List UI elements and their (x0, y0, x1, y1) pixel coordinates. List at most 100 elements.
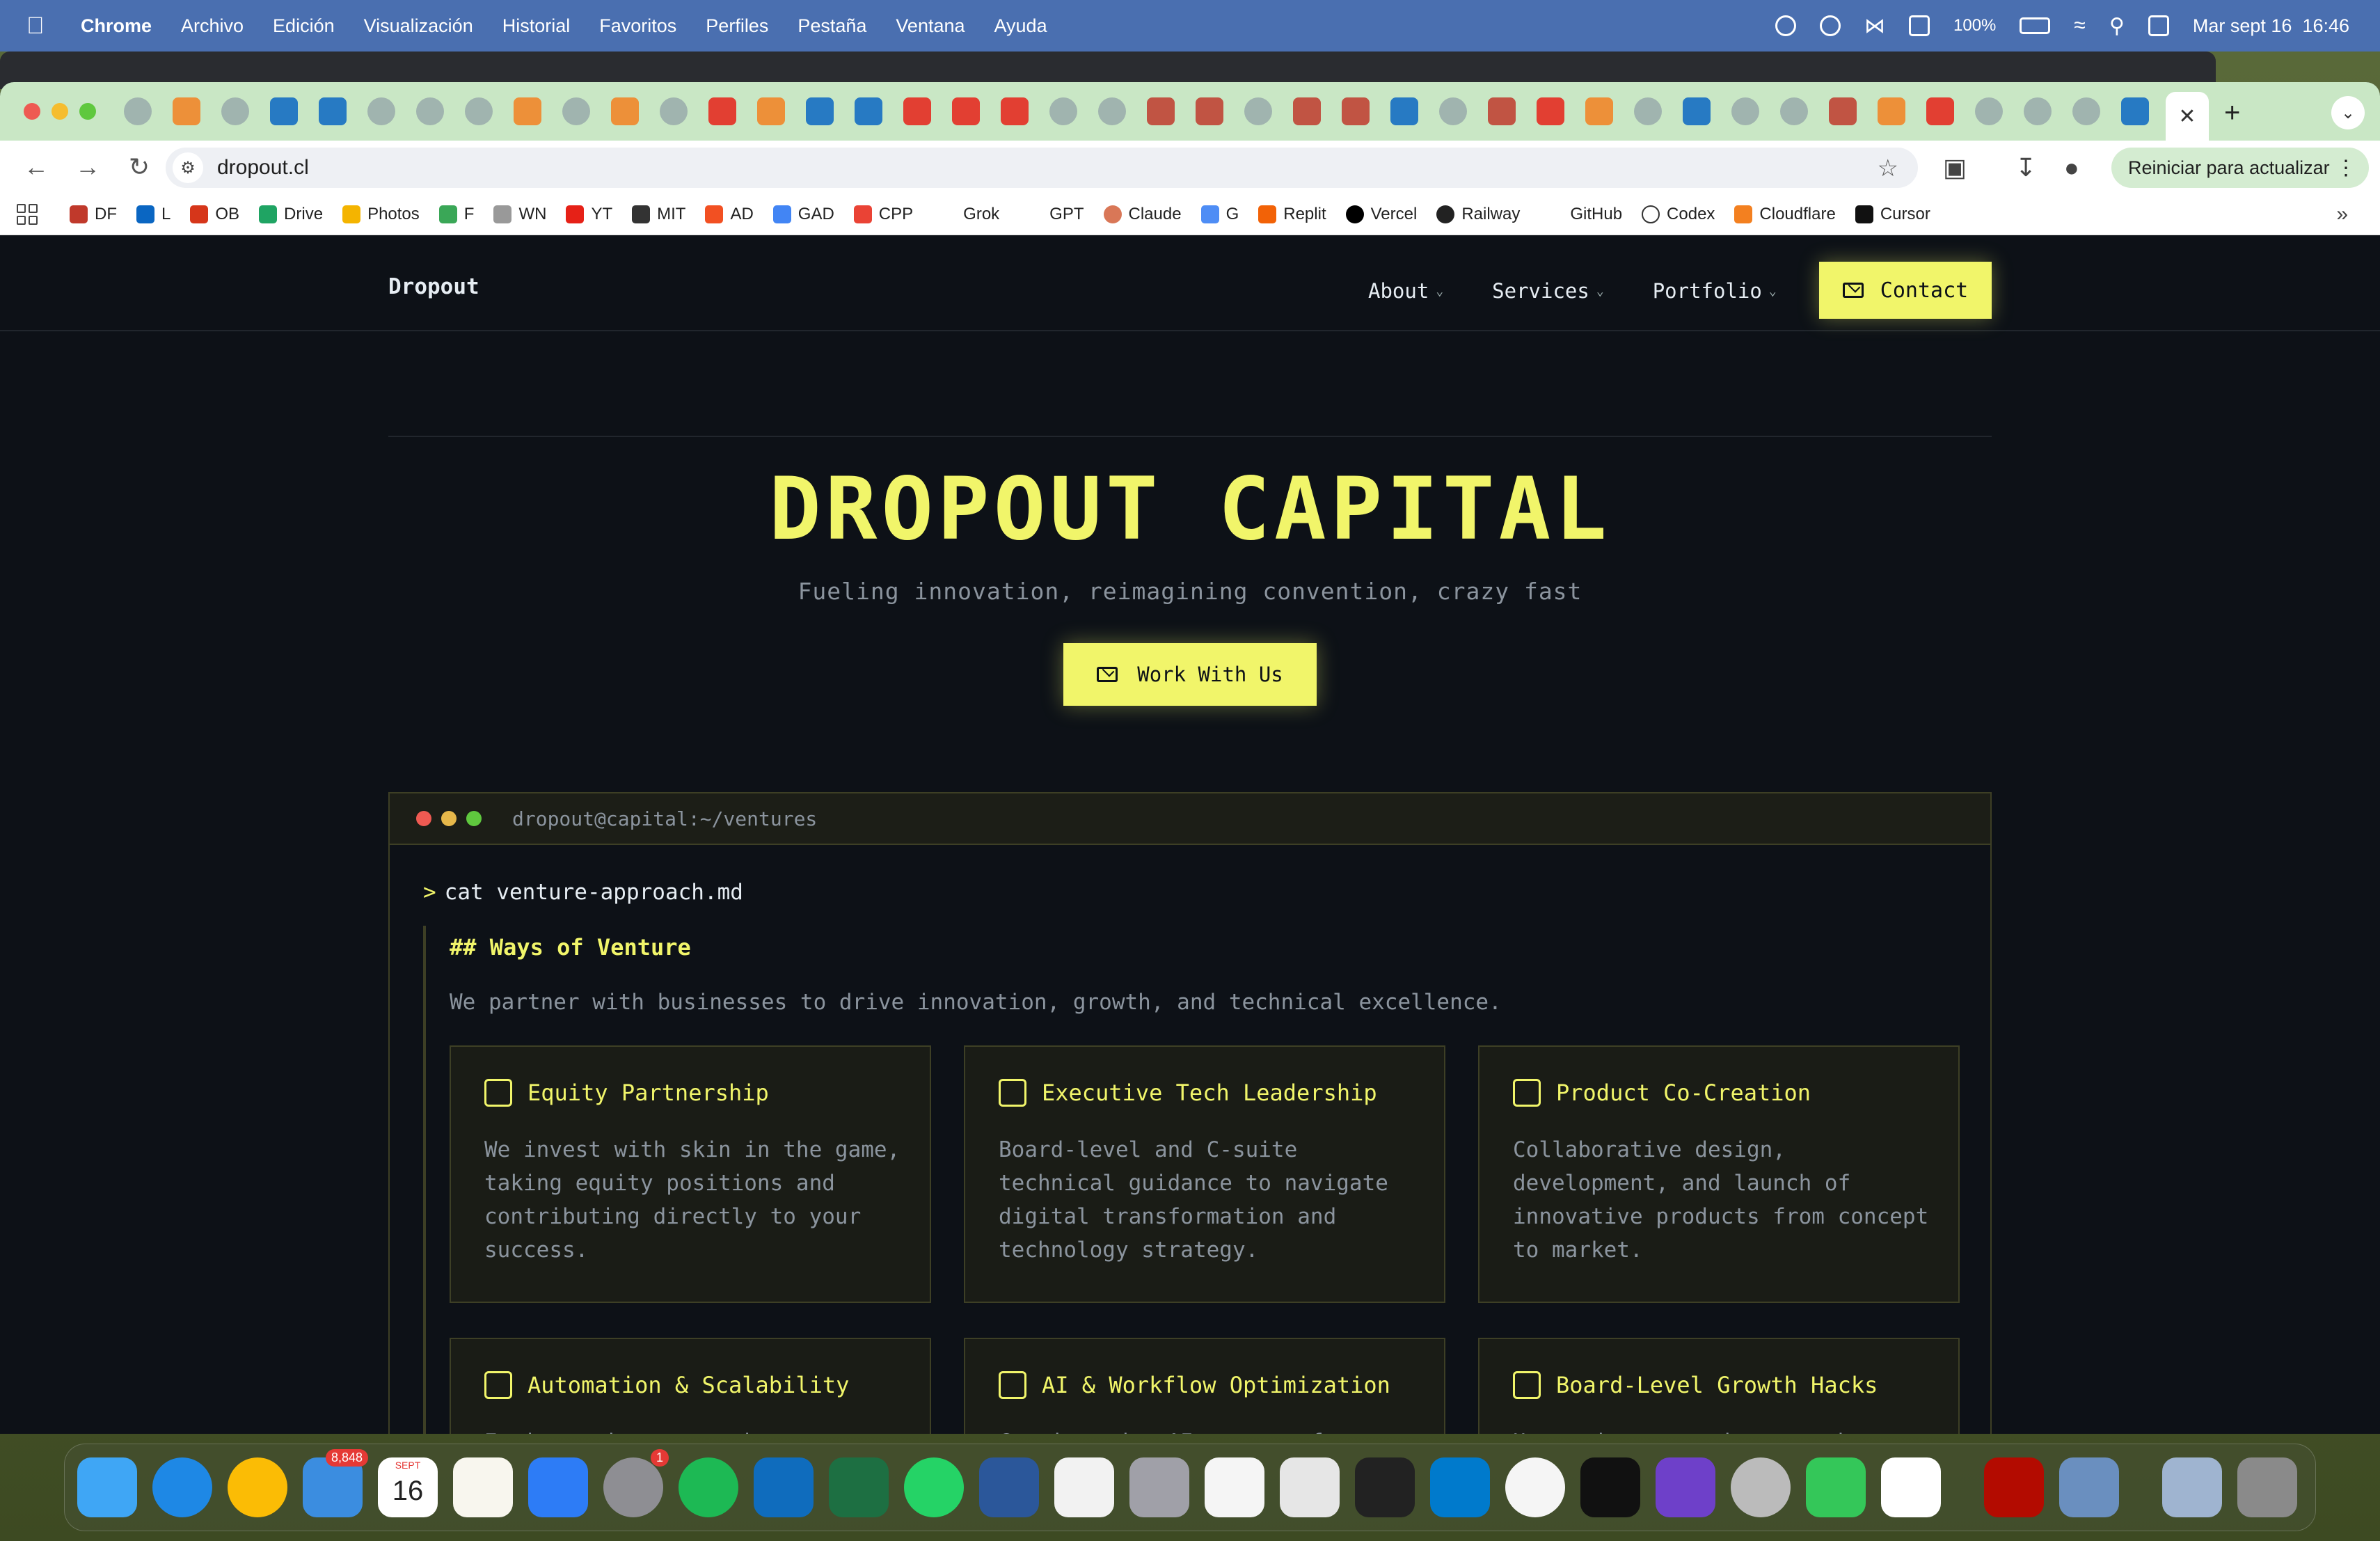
tab-favicon[interactable] (562, 97, 590, 125)
tab-favicon[interactable] (465, 97, 493, 125)
bookmark-wn[interactable]: WN (493, 205, 546, 224)
control-center-icon[interactable] (2148, 15, 2169, 36)
tab-favicon[interactable] (1001, 97, 1029, 125)
tab-favicon[interactable] (903, 97, 931, 125)
back-arrow-icon[interactable]: ← (21, 152, 51, 182)
tab-favicon[interactable] (1196, 97, 1223, 125)
contact-button[interactable]: Contact (1819, 262, 1992, 319)
site-settings-icon[interactable]: ⚙ (173, 152, 203, 183)
bookmark-railway[interactable]: Railway (1436, 205, 1520, 224)
zoom-window-button[interactable] (79, 103, 96, 120)
chrome-icon[interactable] (228, 1457, 287, 1517)
acrobat-icon[interactable] (1984, 1457, 2044, 1517)
airpods-icon[interactable] (1820, 15, 1841, 36)
iphone-mirroring-icon[interactable] (1129, 1457, 1189, 1517)
more-bookmarks-chevron-icon[interactable]: » (2336, 203, 2348, 226)
bookmark-grok[interactable]: Grok (963, 205, 999, 224)
calendar-icon[interactable]: SEPT 16 (378, 1457, 438, 1517)
bookmark-star-icon[interactable]: ☆ (1878, 155, 1898, 182)
trash-icon[interactable] (2237, 1457, 2297, 1517)
tab-favicon[interactable] (1488, 97, 1516, 125)
parallels-icon[interactable] (1280, 1457, 1340, 1517)
kebab-menu-icon[interactable]: ⋮ (2335, 156, 2356, 180)
bluetooth-icon[interactable]: ⋈ (1864, 14, 1885, 38)
chatgpt-icon[interactable] (1505, 1457, 1565, 1517)
tab-favicon[interactable] (367, 97, 395, 125)
bookmark-linkedin[interactable]: L (136, 205, 170, 224)
final-cut-pro-icon[interactable] (1731, 1457, 1791, 1517)
messages-icon[interactable] (1806, 1457, 1866, 1517)
bookmark-github[interactable]: GitHub (1570, 205, 1622, 224)
bookmark-mit[interactable]: MIT (632, 205, 685, 224)
site-brand[interactable]: Dropout (388, 274, 479, 299)
tab-favicon[interactable] (2121, 97, 2149, 125)
service-card[interactable]: Board-Level Growth Hacks Up-to-date crea… (1478, 1338, 1960, 1434)
tab-favicon[interactable] (1634, 97, 1662, 125)
tab-favicon[interactable] (1585, 97, 1613, 125)
system-settings-icon[interactable]: 1 (603, 1449, 669, 1517)
tab-favicon[interactable] (1975, 97, 2003, 125)
github-desktop-icon[interactable] (1656, 1457, 1715, 1517)
profile-avatar[interactable]: ● (2064, 153, 2079, 182)
menu-historial[interactable]: Historial (502, 15, 571, 37)
bookmark-yt[interactable]: YT (566, 205, 612, 224)
tab-favicon[interactable] (1878, 97, 1905, 125)
service-card[interactable]: Product Co-Creation Collaborative design… (1478, 1045, 1960, 1303)
downloads-folder-icon[interactable] (2162, 1457, 2222, 1517)
tab-favicon[interactable] (1293, 97, 1321, 125)
tab-favicon[interactable] (319, 97, 347, 125)
menu-archivo[interactable]: Archivo (181, 15, 244, 37)
tab-favicon[interactable] (2024, 97, 2052, 125)
tab-favicon[interactable] (270, 97, 298, 125)
nav-services[interactable]: Services ⌄ (1492, 279, 1604, 303)
bookmark-cursor[interactable]: Cursor (1855, 205, 1930, 224)
reload-icon[interactable]: ↻ (124, 152, 154, 182)
menu-ayuda[interactable]: Ayuda (994, 15, 1047, 37)
bookmark-ad[interactable]: AD (705, 205, 754, 224)
tab-favicon[interactable] (660, 97, 688, 125)
preview-icon[interactable] (2059, 1457, 2119, 1517)
tab-favicon[interactable] (1147, 97, 1175, 125)
tab-favicon[interactable] (1926, 97, 1954, 125)
safari-icon[interactable] (152, 1457, 212, 1517)
bookmark-df[interactable]: DF (70, 205, 117, 224)
tab-favicon[interactable] (514, 97, 541, 125)
restart-to-update-button[interactable]: Reiniciar para actualizar ⋮ (2111, 148, 2369, 188)
extensions-icon[interactable]: ▣ (1943, 153, 1967, 182)
tab-favicon[interactable] (1439, 97, 1467, 125)
menu-favoritos[interactable]: Favoritos (599, 15, 676, 37)
excel-icon[interactable] (829, 1457, 889, 1517)
menubar-clock[interactable]: Mar sept 16 16:46 (2193, 15, 2349, 37)
menu-pestana[interactable]: Pestaña (798, 15, 866, 37)
bookmark-gpt[interactable]: GPT (1049, 205, 1084, 224)
box-app-icon[interactable] (1355, 1457, 1415, 1517)
tab-favicon[interactable] (708, 97, 736, 125)
tab-favicon[interactable] (124, 97, 152, 125)
menu-ventana[interactable]: Ventana (896, 15, 965, 37)
bookmark-ob[interactable]: OB (190, 205, 239, 224)
service-card[interactable]: Automation & Scalability Engineered syst… (450, 1338, 931, 1434)
tab-favicon[interactable] (1731, 97, 1759, 125)
tab-favicon[interactable] (416, 97, 444, 125)
tab-favicon[interactable] (1537, 97, 1564, 125)
nav-about[interactable]: About ⌄ (1368, 279, 1443, 303)
mail-app-icon[interactable]: 8,848 (303, 1449, 368, 1517)
bookmark-cpp[interactable]: CPP (853, 205, 913, 224)
address-bar[interactable]: ⚙ dropout.cl ☆ (166, 148, 1918, 188)
tab-favicon[interactable] (855, 97, 882, 125)
display-icon[interactable] (1909, 15, 1930, 36)
tab-favicon[interactable] (1829, 97, 1857, 125)
tab-favicon[interactable] (221, 97, 249, 125)
apple-menu-icon[interactable]:  (26, 13, 60, 40)
tab-favicon[interactable] (1780, 97, 1808, 125)
tab-favicon[interactable] (1244, 97, 1272, 125)
keynote-icon[interactable] (528, 1457, 588, 1517)
spotlight-search-icon[interactable]: ⚲ (2109, 14, 2125, 38)
bookmark-gemini[interactable]: G (1200, 205, 1239, 224)
tab-favicon[interactable] (2072, 97, 2100, 125)
bookmark-gad[interactable]: GAD (772, 205, 834, 224)
bookmark-cloudflare[interactable]: Cloudflare (1734, 205, 1836, 224)
download-icon[interactable]: ↧ (2015, 153, 2036, 182)
vscode-icon[interactable] (1430, 1457, 1490, 1517)
nav-portfolio[interactable]: Portfolio ⌄ (1653, 279, 1777, 303)
